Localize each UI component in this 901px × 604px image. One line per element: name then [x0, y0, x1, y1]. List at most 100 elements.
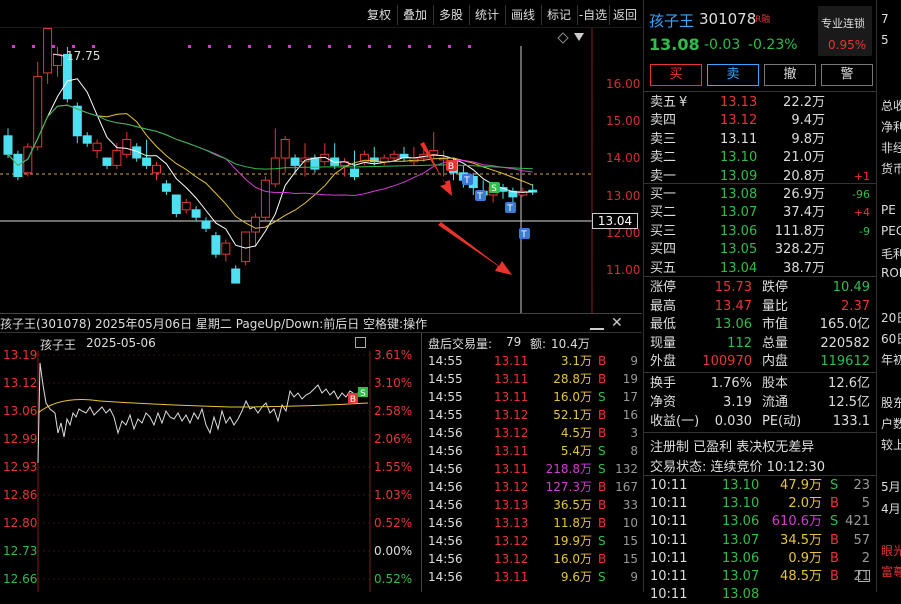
- ask-price: 13.13: [720, 95, 758, 110]
- tick-expand-icon[interactable]: [858, 570, 870, 582]
- sell-button[interactable]: 卖: [707, 64, 759, 86]
- cancel-order-button[interactable]: 撤: [764, 64, 816, 86]
- stat-label: 换手: [650, 376, 677, 391]
- stat-label: 总量: [762, 335, 789, 351]
- trade-amount: 11.8万: [553, 516, 592, 530]
- stat-label: 内盘: [762, 354, 789, 370]
- stat-label: 市值: [762, 317, 789, 333]
- side-panel-text: 4月: [881, 501, 901, 516]
- trade-count: 17: [622, 390, 638, 404]
- trade-row: 14:55 13.11 3.1万 B 9: [422, 352, 642, 370]
- stock-code: 301078: [699, 10, 757, 28]
- trade-row: 14:55 13.12 52.1万 B 16: [422, 406, 642, 424]
- trade-side: B: [598, 480, 607, 494]
- red-arrow-2: [438, 222, 512, 275]
- toolbar-draw-line-button[interactable]: 画线: [506, 6, 540, 24]
- svg-text:B: B: [350, 395, 356, 405]
- tick-count: 23: [853, 478, 870, 493]
- stat-label: 最低: [650, 317, 677, 333]
- bid-price: 13.05: [720, 242, 758, 258]
- top-marker: [368, 45, 371, 48]
- toolbar-watchlist-button[interactable]: -自选: [578, 6, 608, 24]
- stat-value: 10.49: [832, 280, 870, 295]
- bid-label: 买一: [650, 187, 677, 202]
- stat-value: 13.06: [714, 317, 752, 333]
- trade-price: 13.11: [494, 444, 529, 458]
- trade-price: 13.11: [494, 354, 529, 368]
- stat-label: 现量: [650, 335, 677, 351]
- expand-icon[interactable]: [355, 337, 366, 348]
- toolbar-back-button[interactable]: 返回: [610, 6, 640, 24]
- svg-text:T: T: [463, 176, 470, 186]
- bid-row[interactable]: 买五 13.04 38.7万: [650, 259, 872, 278]
- ask-row[interactable]: 卖五 ¥13.13 22.2万: [650, 93, 872, 112]
- candle-body: [231, 268, 241, 284]
- trade-price: 13.12: [494, 408, 529, 422]
- candle-body: [221, 242, 231, 255]
- ask-row[interactable]: 卖二 13.10 21.0万: [650, 148, 872, 167]
- toolbar-multi-stock-button[interactable]: 多股: [434, 6, 468, 24]
- trade-count: 33: [622, 498, 638, 512]
- pct-tick: 0.00%: [374, 544, 413, 558]
- close-icon[interactable]: ✕: [611, 314, 623, 332]
- kline-chart[interactable]: 17.75BTSTTT: [0, 28, 642, 313]
- candle-body: [53, 53, 62, 66]
- side-panel-text: 较上: [881, 438, 901, 452]
- bid-row[interactable]: 买一 13.08 26.9万 -96: [650, 185, 872, 204]
- tick-price: 13.10: [722, 478, 760, 493]
- stat-label: 股本: [762, 376, 789, 391]
- ask-row[interactable]: 卖四 13.12 9.4万: [650, 111, 872, 130]
- tick-time: 10:11: [650, 587, 688, 603]
- tick-amount: 47.9万: [780, 478, 822, 493]
- trade-marker: S: [489, 182, 500, 194]
- bid-volume: 111.8万: [774, 223, 825, 239]
- stat2-row: 净资 3.19 流通 12.5亿: [650, 393, 872, 412]
- trade-amount: 16.0万: [553, 390, 592, 404]
- intraday-stock-label: 孩子王: [40, 338, 77, 352]
- bid-row[interactable]: 买三 13.06 111.8万 -9: [650, 222, 872, 241]
- candle-body: [82, 135, 92, 144]
- side-panel-text: 年初: [881, 353, 901, 368]
- tick-side: B: [830, 532, 839, 548]
- toolbar-stats-button[interactable]: 统计: [470, 6, 504, 24]
- stat-value: 1.76%: [710, 376, 752, 391]
- candle-body: [379, 157, 389, 163]
- stat-value: 0.030: [714, 414, 752, 429]
- svg-text:T: T: [506, 204, 513, 214]
- sector-box[interactable]: 专业连锁 0.95%: [818, 6, 872, 56]
- stat-value: 133.1: [832, 414, 870, 429]
- intraday-chart[interactable]: BS: [0, 333, 420, 592]
- trade-time: 14:56: [428, 516, 463, 530]
- candle-body: [142, 157, 152, 166]
- ask-row[interactable]: 卖三 13.11 9.8万: [650, 130, 872, 149]
- trade-side: B: [598, 354, 607, 368]
- toolbar-fuquan-button[interactable]: 复权: [362, 6, 396, 24]
- trade-row: 14:56 13.11 9.6万 S 9: [422, 568, 642, 586]
- candle-body: [389, 153, 399, 159]
- trade-row: 14:56 13.11 5.4万 S 8: [422, 442, 642, 460]
- toolbar-mark-button[interactable]: 标记: [542, 6, 576, 24]
- trade-count: 16: [622, 408, 638, 422]
- minimize-icon[interactable]: [590, 316, 604, 330]
- stat-label: 收益(一): [650, 414, 700, 429]
- bid-row[interactable]: 买二 13.07 37.4万 +4: [650, 203, 872, 222]
- alert-button[interactable]: 警: [821, 64, 873, 86]
- top-marker: [32, 45, 35, 48]
- candle-body: [270, 157, 280, 185]
- buy-button[interactable]: 买: [650, 64, 702, 86]
- bid-row[interactable]: 买四 13.05 328.2万: [650, 240, 872, 259]
- trade-row: 14:56 13.11 218.8万 S 132: [422, 460, 642, 478]
- candle-body: [33, 76, 43, 148]
- stat-row: 最低 13.06 市值 165.0亿: [650, 315, 872, 334]
- ask-volume: 9.4万: [791, 113, 825, 129]
- price-tick: 12.86: [3, 488, 38, 502]
- stat-label: 外盘: [650, 354, 677, 370]
- trades-list[interactable]: 14:55 13.11 3.1万 B 9 14:55 13.11 28.8万 B 19 14:55 1…: [422, 352, 642, 592]
- side-panel-text: PE: [881, 202, 896, 217]
- side-panel-text: 总收: [881, 98, 901, 113]
- toolbar-overlay-button[interactable]: 叠加: [398, 6, 432, 24]
- stat-value: 165.0亿: [819, 317, 870, 333]
- intraday-marker: S: [358, 387, 368, 399]
- trade-time: 14:56: [428, 480, 463, 494]
- side-panel-text: 户数: [881, 416, 901, 431]
